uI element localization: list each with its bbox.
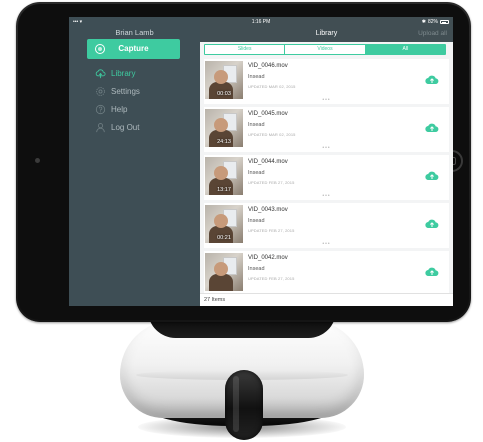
cloud-icon — [95, 68, 106, 79]
stand-window — [225, 370, 263, 440]
battery-percent: 82% — [427, 19, 438, 25]
battery-icon — [440, 20, 449, 24]
list-item[interactable]: 00:21 VID_0043.mov Insead UPDATED FEB 27… — [204, 203, 449, 248]
gear-icon — [95, 86, 106, 97]
user-icon — [95, 122, 106, 133]
filter-tabs: Slides Videos All — [204, 44, 446, 55]
item-count: 27 Items — [204, 297, 226, 303]
tab-slides[interactable]: Slides — [205, 45, 286, 54]
status-time: 1:16 PM — [251, 19, 271, 25]
video-updated: UPDATED MAR 02, 2015 — [248, 84, 296, 89]
sidebar-item-label: Settings — [111, 86, 140, 96]
cloud-upload-icon[interactable] — [425, 170, 439, 181]
capture-label: Capture — [118, 44, 149, 53]
video-updated: UPDATED MAR 02, 2015 — [248, 132, 296, 137]
help-icon — [95, 104, 106, 115]
more-indicator: ••• — [322, 145, 331, 151]
video-updated: UPDATED FEB 27, 2015 — [248, 180, 295, 185]
video-updated: UPDATED FEB 27, 2015 — [248, 228, 295, 233]
video-thumbnail[interactable]: 00:03 — [205, 61, 243, 99]
front-camera — [35, 158, 40, 163]
video-name: VID_0046.mov — [248, 63, 288, 69]
more-indicator: ••• — [322, 241, 331, 247]
video-name: VID_0042.mov — [248, 255, 288, 261]
video-updated: UPDATED FEB 27, 2015 — [248, 276, 295, 281]
video-subtitle: Insead — [248, 170, 265, 176]
cloud-upload-icon[interactable] — [425, 74, 439, 85]
sidebar-item-logout[interactable]: Log Out — [95, 121, 195, 133]
sidebar-item-label: Help — [111, 104, 128, 114]
list-item[interactable]: 24:13 VID_0045.mov Insead UPDATED MAR 02… — [204, 107, 449, 152]
list-footer: 27 Items — [200, 293, 453, 306]
sidebar-item-label: Log Out — [111, 122, 140, 132]
video-subtitle: Insead — [248, 74, 265, 80]
bluetooth-icon: ✱ — [421, 19, 426, 25]
video-name: VID_0043.mov — [248, 207, 288, 213]
cloud-upload-icon[interactable] — [425, 266, 439, 277]
status-right: ✱ 82% — [422, 19, 449, 25]
more-indicator: ••• — [322, 97, 331, 103]
video-name: VID_0045.mov — [248, 111, 288, 117]
upload-all-button[interactable]: Upload all — [418, 30, 447, 37]
video-thumbnail[interactable]: 24:13 — [205, 109, 243, 147]
user-name: Brian Lamb — [115, 28, 154, 37]
sidebar: Brian Lamb Capture Library Settings Help… — [69, 17, 200, 306]
cloud-upload-icon[interactable] — [425, 122, 439, 133]
list-item[interactable]: VID_0042.mov Insead UPDATED FEB 27, 2015 — [204, 251, 449, 296]
tablet-frame: Brian Lamb Capture Library Settings Help… — [16, 2, 471, 322]
sidebar-item-settings[interactable]: Settings — [95, 85, 195, 97]
app-screen: Brian Lamb Capture Library Settings Help… — [69, 17, 453, 306]
library-panel: Library Upload all Slides Videos All 00:… — [200, 17, 453, 306]
video-thumbnail[interactable]: 13:17 — [205, 157, 243, 195]
stand-window-shine — [233, 376, 239, 432]
more-indicator: ••• — [322, 193, 331, 199]
sidebar-item-help[interactable]: Help — [95, 103, 195, 115]
video-thumbnail[interactable] — [205, 253, 243, 291]
status-bar: ••• ▾ 1:16 PM ✱ 82% — [69, 17, 453, 27]
video-subtitle: Insead — [248, 266, 265, 272]
video-subtitle: Insead — [248, 218, 265, 224]
video-thumbnail[interactable]: 00:21 — [205, 205, 243, 243]
list-item[interactable]: 13:17 VID_0044.mov Insead UPDATED FEB 27… — [204, 155, 449, 200]
page-title: Library — [315, 30, 338, 37]
list-item[interactable]: 00:03 VID_0046.mov Insead UPDATED MAR 02… — [204, 59, 449, 104]
sidebar-item-library[interactable]: Library — [95, 67, 195, 79]
cloud-upload-icon[interactable] — [425, 218, 439, 229]
video-subtitle: Insead — [248, 122, 265, 128]
tab-all[interactable]: All — [365, 45, 445, 54]
video-name: VID_0044.mov — [248, 159, 288, 165]
tab-videos[interactable]: Videos — [285, 45, 366, 54]
capture-button[interactable]: Capture — [87, 39, 180, 59]
sidebar-item-label: Library — [111, 68, 136, 78]
